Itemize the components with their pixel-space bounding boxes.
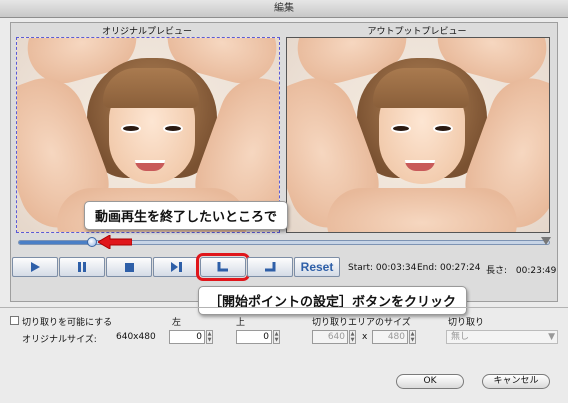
enable-crop-label: 切り取りを可能にする xyxy=(22,318,113,328)
end-label: End: xyxy=(417,263,438,273)
crop-area-size-label: 切り取りエリアのサイズ xyxy=(312,318,411,328)
crop-width-stepper[interactable]: ▲ ▼ xyxy=(349,330,356,344)
crop-top-label: 上 xyxy=(236,318,246,328)
enable-crop-checkbox[interactable] xyxy=(10,316,19,325)
set-start-point-icon xyxy=(217,262,228,272)
stop-icon xyxy=(124,262,134,272)
crop-height-field[interactable]: 480 xyxy=(372,330,408,344)
length-value: 00:23:49 xyxy=(515,266,557,276)
length-label: 長さ: xyxy=(486,266,508,276)
crop-select[interactable]: 無し ▼ xyxy=(446,330,558,344)
crop-top-stepper[interactable]: ▲ ▼ xyxy=(273,330,280,344)
start-label: Start: xyxy=(348,263,374,273)
stop-button[interactable] xyxy=(106,257,152,277)
start-time: Start: 00:03:34 xyxy=(348,263,416,273)
output-preview-pane xyxy=(286,37,550,233)
original-size-value: 640x480 xyxy=(116,332,156,342)
end-value: 00:27:24 xyxy=(440,263,481,273)
chevron-down-icon: ▼ xyxy=(548,332,555,342)
crop-left-field[interactable]: 0 xyxy=(169,330,205,344)
instruction-callout-stop: 動画再生を終了したいところで xyxy=(84,201,289,230)
video-frame-image xyxy=(287,38,549,232)
crop-top-field[interactable]: 0 xyxy=(236,330,272,344)
dimension-separator: x xyxy=(362,332,368,342)
instruction-callout-set-start: ［開始ポイントの設定］ボタンをクリック xyxy=(198,286,468,315)
edit-dialog: 編集 オリジナルプレビュー アウトプットプレビュー 動画再生を終了したいところで xyxy=(0,0,568,403)
playback-controls: Reset xyxy=(12,253,341,281)
original-preview-label: オリジナルプレビュー xyxy=(101,27,192,37)
crop-label: 切り取り xyxy=(448,318,485,328)
step-forward-button[interactable] xyxy=(153,257,199,277)
crop-left-stepper[interactable]: ▲ ▼ xyxy=(206,330,213,344)
end-time: End: 00:27:24 xyxy=(417,263,480,273)
crop-width-field[interactable]: 640 xyxy=(312,330,348,344)
step-forward-icon xyxy=(170,262,182,272)
pause-icon xyxy=(78,262,86,272)
timeline-progress xyxy=(19,241,94,244)
length-time: 長さ: 00:23:49 xyxy=(486,263,556,276)
set-end-point-icon xyxy=(265,262,276,272)
divider xyxy=(0,307,568,308)
reset-button[interactable]: Reset xyxy=(294,257,340,277)
window-title: 編集 xyxy=(0,0,568,18)
output-preview-label: アウトプットプレビュー xyxy=(367,27,467,37)
crop-left-label: 左 xyxy=(172,318,182,328)
play-button[interactable] xyxy=(12,257,58,277)
end-marker-icon[interactable] xyxy=(541,237,551,245)
pause-button[interactable] xyxy=(59,257,105,277)
original-size-label: オリジナルサイズ: xyxy=(22,335,97,345)
cancel-button[interactable]: キャンセル xyxy=(482,374,550,389)
start-value: 00:03:34 xyxy=(375,263,417,273)
crop-select-value: 無し xyxy=(451,332,470,342)
crop-height-stepper[interactable]: ▲ ▼ xyxy=(409,330,416,344)
set-start-point-button[interactable] xyxy=(196,253,250,281)
red-arrow-icon xyxy=(98,235,132,249)
set-end-point-button[interactable] xyxy=(247,257,293,277)
ok-button[interactable]: OK xyxy=(396,374,464,389)
play-icon xyxy=(31,262,40,272)
